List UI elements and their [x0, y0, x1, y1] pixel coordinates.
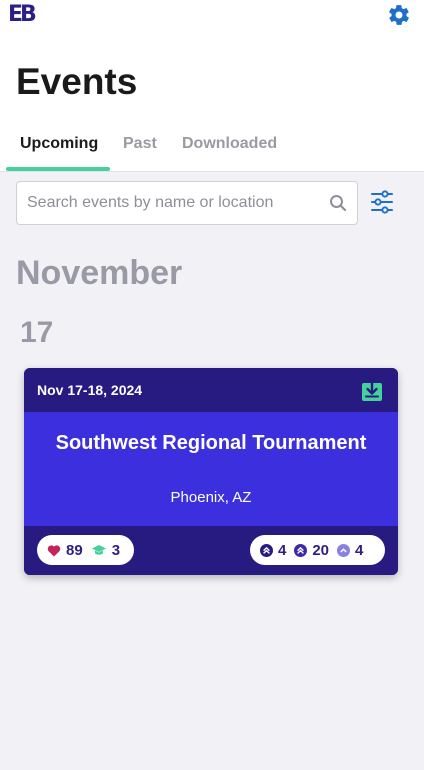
stat-a-count: 4	[278, 541, 287, 559]
event-card-header: Nov 17-18, 2024	[24, 368, 398, 412]
stats-pill: 4 20 4	[250, 535, 385, 565]
grads-count: 3	[111, 541, 121, 559]
engagement-pill: 89 3	[37, 535, 134, 565]
double-chevron-up-icon	[260, 543, 273, 557]
month-heading: November	[16, 254, 183, 292]
single-chevron-badge-icon	[337, 543, 351, 557]
event-card-body: Southwest Regional Tournament Phoenix, A…	[24, 412, 398, 526]
gear-icon[interactable]	[387, 3, 411, 27]
heart-icon	[47, 544, 61, 556]
search-input[interactable]	[27, 182, 317, 224]
likes-count: 89	[66, 541, 83, 559]
tab-past[interactable]: Past	[123, 134, 157, 154]
graduation-cap-icon	[91, 545, 106, 555]
tab-downloaded[interactable]: Downloaded	[182, 134, 277, 154]
event-card-footer: 89 3 4 20 4	[24, 526, 398, 575]
stat-b-count: 20	[312, 541, 330, 559]
page-title: Events	[16, 61, 138, 102]
event-date: Nov 17-18, 2024	[37, 382, 143, 398]
active-tab-indicator	[6, 167, 110, 171]
tab-upcoming[interactable]: Upcoming	[20, 134, 98, 154]
event-location: Phoenix, AZ	[170, 489, 252, 506]
app-header: EB Events Upcoming Past Downloaded	[0, 0, 424, 172]
search-box[interactable]	[16, 181, 358, 225]
day-heading: 17	[20, 316, 54, 349]
chevron-up-badge-icon	[294, 543, 308, 557]
event-card[interactable]: Nov 17-18, 2024 Southwest Regional Tourn…	[24, 368, 398, 575]
filter-sliders-icon[interactable]	[369, 189, 395, 215]
search-icon[interactable]	[329, 194, 347, 212]
app-logo: EB	[8, 2, 37, 27]
stat-c-count: 4	[355, 541, 364, 559]
event-name: Southwest Regional Tournament	[55, 432, 367, 454]
download-icon[interactable]	[360, 379, 384, 403]
